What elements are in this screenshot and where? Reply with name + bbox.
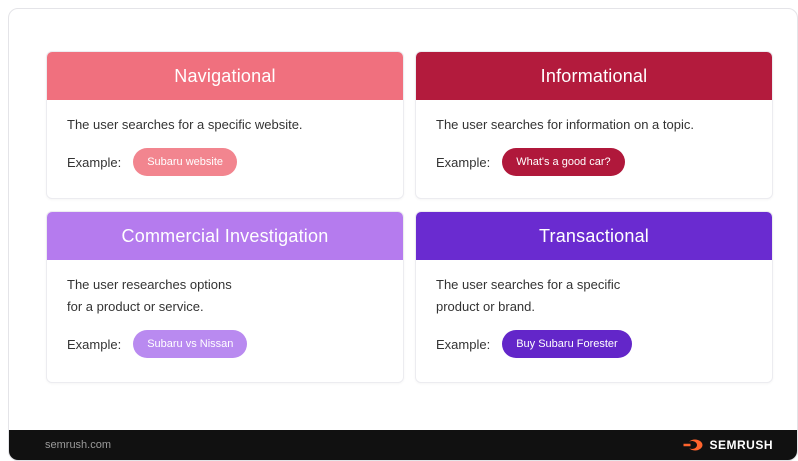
description-line: product or brand. (436, 299, 536, 314)
card-header: Commercial Investigation (47, 212, 403, 260)
card-title: Navigational (174, 65, 276, 86)
example-row: Example: Subaru website (67, 148, 383, 176)
example-label: Example: (67, 336, 122, 352)
example-label: Example: (67, 154, 122, 170)
card-transactional: Transactional The user searches for a sp… (415, 211, 773, 383)
description-line: The user searches for a specific website… (67, 117, 303, 132)
description-line: The user searches for a specific (436, 277, 621, 292)
example-row: Example: What's a good car? (436, 148, 752, 176)
semrush-flame-icon (683, 439, 703, 451)
brand-logo: SEMRUSH (683, 438, 773, 452)
example-row: Example: Buy Subaru Forester (436, 330, 752, 358)
card-title: Transactional (539, 225, 649, 246)
card-informational: Informational The user searches for info… (415, 51, 773, 199)
example-label: Example: (436, 336, 491, 352)
card-body: The user researches options for a produc… (47, 260, 403, 358)
card-header: Transactional (416, 212, 772, 260)
description-line: for a product or service. (67, 299, 204, 314)
card-description: The user searches for a specific website… (67, 114, 383, 136)
example-pill: Subaru vs Nissan (133, 330, 248, 358)
description-line: The user searches for information on a t… (436, 117, 694, 132)
card-body: The user searches for a specific website… (47, 100, 403, 176)
card-body: The user searches for information on a t… (416, 100, 772, 176)
card-description: The user searches for a specific product… (436, 274, 752, 318)
card-header: Informational (416, 52, 772, 100)
card-title: Informational (540, 65, 648, 86)
card-description: The user researches options for a produc… (67, 274, 383, 318)
card-header: Navigational (47, 52, 403, 100)
diagram-frame: Navigational The user searches for a spe… (8, 8, 798, 461)
example-pill: Subaru website (133, 148, 238, 176)
example-pill: What's a good car? (502, 148, 625, 176)
card-description: The user searches for information on a t… (436, 114, 752, 136)
card-title: Commercial Investigation (121, 225, 329, 246)
card-body: The user searches for a specific product… (416, 260, 772, 358)
card-commercial-investigation: Commercial Investigation The user resear… (46, 211, 404, 383)
example-pill: Buy Subaru Forester (502, 330, 632, 358)
card-navigational: Navigational The user searches for a spe… (46, 51, 404, 199)
footer-bar: semrush.com SEMRUSH (9, 430, 797, 460)
example-row: Example: Subaru vs Nissan (67, 330, 383, 358)
example-label: Example: (436, 154, 491, 170)
brand-name: SEMRUSH (709, 438, 773, 452)
description-line: The user researches options (67, 277, 232, 292)
footer-url: semrush.com (45, 439, 112, 451)
